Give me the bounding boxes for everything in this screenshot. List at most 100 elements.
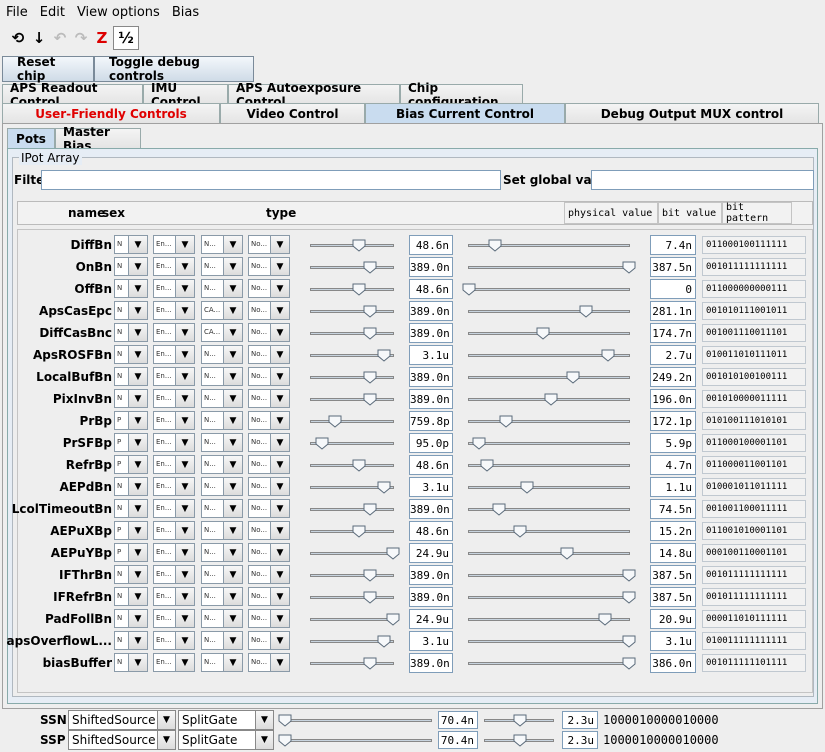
type-select[interactable]: N... ▼ — [201, 411, 243, 430]
bit-value-slider[interactable] — [468, 591, 636, 604]
toggle-debug-controls-button[interactable]: Toggle debug controls — [94, 55, 254, 83]
shifted-bias-slider-thumb[interactable] — [278, 734, 292, 747]
zap-icon[interactable]: Z — [92, 26, 112, 50]
bit-value-slider-thumb[interactable] — [579, 305, 593, 318]
type-select[interactable]: N... ▼ — [201, 477, 243, 496]
bias-slider[interactable] — [310, 591, 394, 604]
set-global-value-input[interactable] — [591, 170, 814, 190]
sex-select[interactable]: N ▼ — [114, 279, 148, 298]
bias-slider[interactable] — [310, 525, 394, 538]
tab-chip-configuration[interactable]: Chip configuration — [400, 81, 523, 109]
down-arrow-icon[interactable]: ↓ — [29, 26, 49, 50]
type-select[interactable]: CA... ▼ — [201, 301, 243, 320]
bit-value-slider[interactable] — [468, 371, 630, 384]
sex-select[interactable]: N ▼ — [114, 323, 148, 342]
bit-value-slider[interactable] — [468, 415, 630, 428]
bit-value-slider-thumb[interactable] — [598, 613, 612, 626]
tab-user-friendly-controls[interactable]: User-Friendly Controls — [2, 103, 220, 123]
bit-value-field[interactable]: 387.5n — [650, 587, 696, 607]
tab-pots[interactable]: Pots — [7, 128, 55, 148]
bias-slider-thumb[interactable] — [352, 459, 366, 472]
bias-slider-thumb[interactable] — [377, 635, 391, 648]
shifted-physical-value-field[interactable]: 70.4n — [438, 731, 478, 749]
type-select[interactable]: CA... ▼ — [201, 323, 243, 342]
bit-value-field[interactable]: 5.9p — [650, 433, 696, 453]
bit-value-slider-thumb[interactable] — [536, 327, 550, 340]
bit-value-slider[interactable] — [468, 459, 630, 472]
shifted-bit-value-field[interactable]: 2.3u — [562, 731, 598, 749]
shifted-bit-slider[interactable] — [484, 734, 554, 747]
type-select[interactable]: N... ▼ — [201, 499, 243, 518]
bias-slider[interactable] — [310, 261, 394, 274]
current-level-select[interactable]: No... ▼ — [248, 499, 290, 518]
enable-select[interactable]: En... ▼ — [153, 433, 195, 452]
sex-select[interactable]: P ▼ — [114, 433, 148, 452]
physical-value-field[interactable]: 389.0n — [409, 323, 453, 343]
bit-value-field[interactable]: 4.7n — [650, 455, 696, 475]
bias-slider-thumb[interactable] — [363, 305, 377, 318]
type-select[interactable]: N... ▼ — [201, 367, 243, 386]
bias-slider[interactable] — [310, 305, 394, 318]
bit-value-slider-thumb[interactable] — [480, 459, 494, 472]
enable-select[interactable]: En... ▼ — [153, 565, 195, 584]
type-select[interactable]: N... ▼ — [201, 609, 243, 628]
type-select[interactable]: N... ▼ — [201, 433, 243, 452]
bias-slider[interactable] — [310, 569, 394, 582]
current-level-select[interactable]: No... ▼ — [248, 257, 290, 276]
menu-view-options[interactable]: View options — [71, 5, 166, 20]
bit-value-field[interactable]: 281.1n — [650, 301, 696, 321]
physical-value-field[interactable]: 3.1u — [409, 631, 453, 651]
bit-value-slider-thumb[interactable] — [499, 415, 513, 428]
physical-value-field[interactable]: 95.0p — [409, 433, 453, 453]
current-level-select[interactable]: No... ▼ — [248, 411, 290, 430]
bias-slider-thumb[interactable] — [352, 525, 366, 538]
current-level-select[interactable]: No... ▼ — [248, 323, 290, 342]
enable-select[interactable]: En... ▼ — [153, 455, 195, 474]
physical-value-field[interactable]: 389.0n — [409, 587, 453, 607]
tab-debug-output-mux-control[interactable]: Debug Output MUX control — [565, 103, 819, 123]
bit-value-slider-thumb[interactable] — [566, 371, 580, 384]
enable-select[interactable]: En... ▼ — [153, 499, 195, 518]
bit-value-field[interactable]: 249.2n — [650, 367, 696, 387]
shifted-bit-slider-thumb[interactable] — [513, 734, 527, 747]
bias-slider-thumb[interactable] — [363, 591, 377, 604]
bias-slider[interactable] — [310, 371, 394, 384]
bias-slider-thumb[interactable] — [386, 547, 400, 560]
bias-slider[interactable] — [310, 327, 394, 340]
shifted-bias-slider[interactable] — [278, 714, 432, 727]
bias-slider-thumb[interactable] — [377, 481, 391, 494]
bias-slider-thumb[interactable] — [386, 613, 400, 626]
bit-value-field[interactable]: 74.5n — [650, 499, 696, 519]
bit-value-slider[interactable] — [468, 261, 636, 274]
physical-value-field[interactable]: 24.9u — [409, 543, 453, 563]
current-level-select[interactable]: No... ▼ — [248, 565, 290, 584]
bit-value-slider[interactable] — [468, 613, 630, 626]
shifted-bit-slider[interactable] — [484, 714, 554, 727]
sex-select[interactable]: N ▼ — [114, 499, 148, 518]
type-select[interactable]: N... ▼ — [201, 345, 243, 364]
sex-select[interactable]: N ▼ — [114, 609, 148, 628]
sex-select[interactable]: N ▼ — [114, 565, 148, 584]
enable-select[interactable]: En... ▼ — [153, 279, 195, 298]
enable-select[interactable]: En... ▼ — [153, 653, 195, 672]
sex-select[interactable]: P ▼ — [114, 455, 148, 474]
type-select[interactable]: N... ▼ — [201, 543, 243, 562]
bit-value-field[interactable]: 387.5n — [650, 565, 696, 585]
bit-value-slider-thumb[interactable] — [622, 591, 636, 604]
physical-value-field[interactable]: 389.0n — [409, 301, 453, 321]
bias-slider-thumb[interactable] — [328, 415, 342, 428]
bias-slider[interactable] — [310, 503, 394, 516]
bias-slider[interactable] — [310, 481, 394, 494]
bias-slider[interactable] — [310, 613, 400, 626]
bias-slider[interactable] — [310, 437, 394, 450]
sex-select[interactable]: N ▼ — [114, 367, 148, 386]
bit-value-slider[interactable] — [468, 327, 630, 340]
bit-value-field[interactable]: 172.1p — [650, 411, 696, 431]
shifted-bit-value-field[interactable]: 2.3u — [562, 711, 598, 729]
type-select[interactable]: N... ▼ — [201, 653, 243, 672]
current-level-select[interactable]: No... ▼ — [248, 543, 290, 562]
bit-value-slider[interactable] — [468, 305, 630, 318]
tab-master-bias[interactable]: Master Bias — [55, 125, 141, 153]
gate-type-select[interactable]: SplitGate ▼ — [178, 730, 274, 750]
enable-select[interactable]: En... ▼ — [153, 631, 195, 650]
